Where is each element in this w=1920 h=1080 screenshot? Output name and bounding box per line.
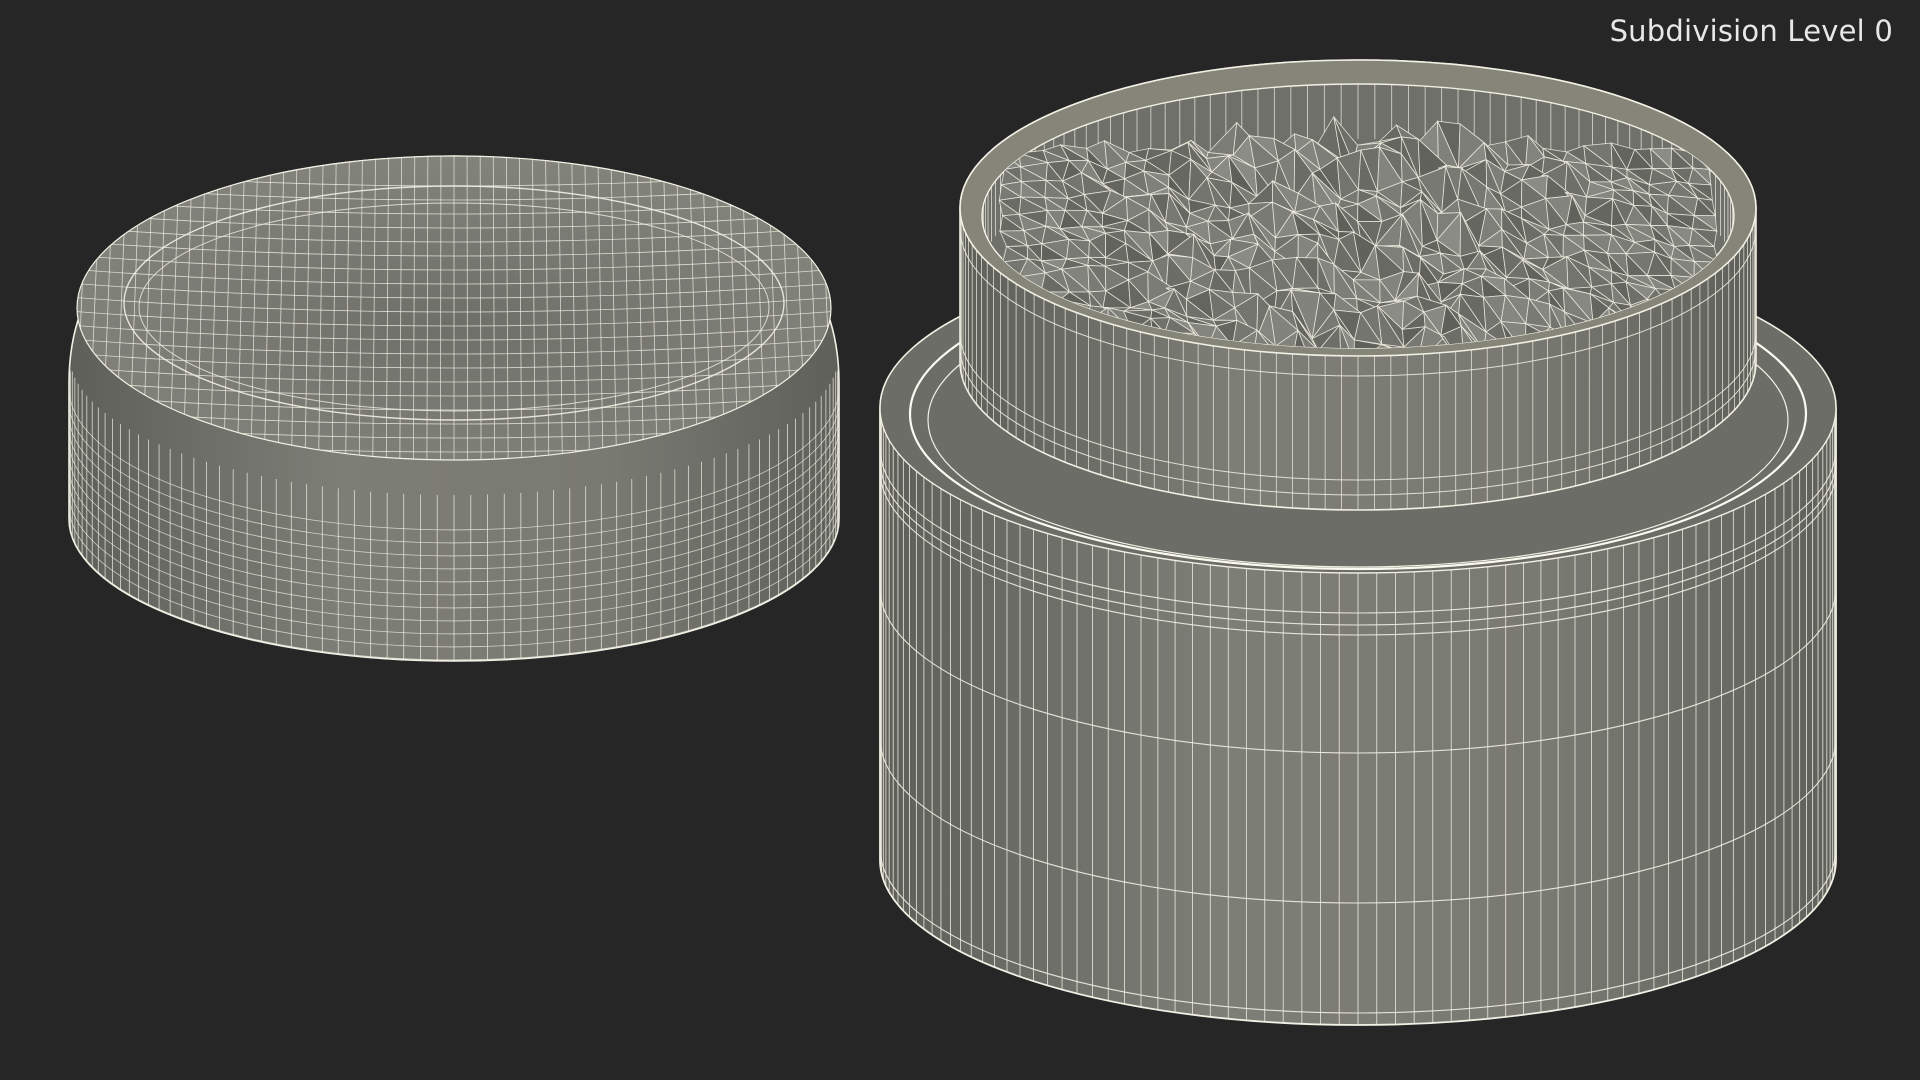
subdivision-level-label: Subdivision Level 0 [1609, 14, 1893, 48]
jar-lid [68, 155, 840, 662]
wireframe-scene [68, 59, 1837, 1026]
render-viewport: Subdivision Level 0 [0, 0, 1920, 1080]
